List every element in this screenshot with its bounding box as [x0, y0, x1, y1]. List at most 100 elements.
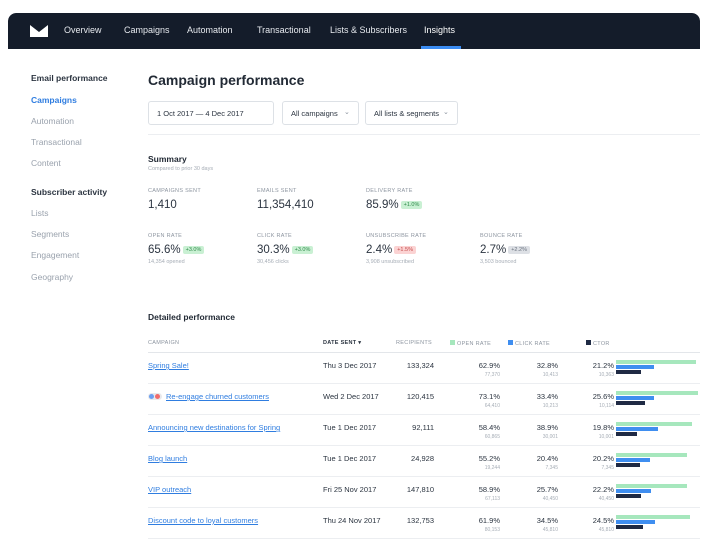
open-rate-swatch-icon — [450, 340, 455, 345]
sort-descending-icon: ▾ — [358, 340, 362, 346]
ctor-bar — [616, 494, 642, 498]
column-header-click-rate[interactable]: CLICK RATE — [508, 340, 550, 347]
ctor-cell: 22.2% — [592, 485, 614, 494]
open-rate-bar — [616, 453, 688, 457]
click-rate-bar — [616, 489, 652, 493]
metric-subtext: 30,456 clicks — [257, 259, 289, 265]
metric-unsubscribe-rate: UNSUBSCRIBE RATE 2.4% +1.5% 3,908 unsubsc… — [366, 233, 426, 265]
chevron-down-icon: ⌄ — [344, 109, 350, 116]
campaign-filter-value: All campaigns — [291, 109, 338, 118]
campaign-filter-dropdown[interactable]: All campaigns ⌄ — [282, 101, 359, 125]
envelope-logo-icon[interactable] — [30, 25, 48, 37]
ctor-count-cell: 10,114 — [599, 403, 614, 409]
ctor-bar — [616, 525, 643, 529]
performance-bars — [616, 358, 700, 378]
app-window: Overview Campaigns Automation Transactio… — [8, 13, 700, 547]
column-header-campaign[interactable]: CAMPAIGN — [148, 340, 179, 346]
table-row[interactable]: VIP outreach Fri 25 Nov 2017 147,810 58.9% 6… — [148, 477, 700, 508]
campaign-link[interactable]: Announcing new destinations for Spring — [148, 423, 280, 432]
sidebar-item-lists[interactable]: Lists — [31, 208, 48, 218]
sidebar-item-engagement[interactable]: Engagement — [31, 250, 79, 260]
column-header-date-sent[interactable]: DATE SENT ▾ — [323, 340, 361, 346]
click-rate-cell: 33.4% — [536, 392, 558, 401]
summary-subtitle: Compared to prior 30 days — [148, 166, 214, 172]
click-count-cell: 10,413 — [542, 372, 558, 378]
metric-label: DELIVERY RATE — [366, 188, 413, 194]
sidebar-item-transactional[interactable]: Transactional — [31, 137, 82, 147]
nav-campaigns[interactable]: Campaigns — [124, 25, 170, 35]
performance-bars — [616, 482, 700, 502]
nav-overview[interactable]: Overview — [64, 25, 102, 35]
table-row[interactable]: Announcing new destinations for Spring Tu… — [148, 415, 700, 446]
recipients-cell: 133,324 — [406, 361, 434, 370]
campaign-tags-icon — [148, 393, 162, 400]
sidebar-heading-email: Email performance — [31, 73, 108, 83]
metric-value: 65.6% +3.0% — [148, 244, 205, 256]
campaign-link[interactable]: Re-engage churned customers — [148, 392, 269, 401]
performance-bars — [616, 513, 700, 533]
click-rate-cell: 34.5% — [536, 516, 558, 525]
click-count-cell: 7,345 — [545, 465, 558, 471]
date-sent-cell: Fri 25 Nov 2017 — [323, 485, 377, 494]
click-count-cell: 45,810 — [542, 527, 558, 533]
trend-badge: +1.5% — [394, 246, 416, 254]
metric-label: CLICK RATE — [257, 233, 292, 239]
performance-bars — [616, 420, 700, 440]
column-header-open-rate[interactable]: OPEN RATE — [450, 340, 491, 347]
nav-active-indicator — [421, 46, 461, 49]
campaign-link[interactable]: Blog launch — [148, 454, 187, 463]
table-row[interactable]: Re-engage churned customers Wed 2 Dec 201… — [148, 384, 700, 415]
campaign-link[interactable]: VIP outreach — [148, 485, 191, 494]
table-row[interactable]: Discount code to loyal customers Thu 24 N… — [148, 508, 700, 539]
metric-value: 2.7% +2.2% — [480, 244, 530, 256]
ctor-cell: 19.8% — [592, 423, 614, 432]
ctor-cell: 21.2% — [592, 361, 614, 370]
list-filter-dropdown[interactable]: All lists & segments ⌄ — [365, 101, 458, 125]
sidebar-item-campaigns[interactable]: Campaigns — [31, 95, 77, 105]
click-rate-cell: 38.9% — [536, 423, 558, 432]
click-rate-bar — [616, 520, 656, 524]
date-sent-cell: Thu 24 Nov 2017 — [323, 516, 381, 525]
sidebar-heading-subscriber: Subscriber activity — [31, 187, 108, 197]
open-rate-bar — [616, 484, 688, 488]
recipients-cell: 92,111 — [412, 423, 434, 432]
click-rate-bar — [616, 427, 658, 431]
sidebar-item-automation[interactable]: Automation — [31, 116, 74, 126]
date-range-picker[interactable]: 1 Oct 2017 — 4 Dec 2017 — [148, 101, 274, 125]
table-row[interactable]: Blog launch Tue 1 Dec 2017 24,928 55.2% 19,2… — [148, 446, 700, 477]
table-row[interactable]: Spring Sale! Thu 3 Dec 2017 133,324 62.9% 77… — [148, 353, 700, 384]
metric-subtext: 14,354 opened — [148, 259, 185, 265]
ctor-count-cell: 7,345 — [601, 465, 614, 471]
trend-badge: +3.0% — [182, 246, 205, 254]
open-rate-cell: 58.4% — [478, 423, 500, 432]
campaign-link[interactable]: Discount code to loyal customers — [148, 516, 258, 525]
campaign-link[interactable]: Spring Sale! — [148, 361, 189, 370]
metric-subtext: 3,503 bounced — [480, 259, 517, 265]
performance-bars — [616, 389, 700, 409]
nav-automation[interactable]: Automation — [187, 25, 233, 35]
column-header-ctor[interactable]: CTOR — [586, 340, 610, 347]
column-header-recipients[interactable]: RECIPIENTS — [396, 340, 432, 346]
chevron-down-icon: ⌄ — [443, 109, 449, 116]
click-count-cell: 30,001 — [542, 434, 558, 440]
ctor-count-cell: 10,363 — [598, 372, 614, 378]
ctor-cell: 24.5% — [592, 516, 614, 525]
trend-badge: +3.0% — [291, 246, 314, 254]
nav-lists-subscribers[interactable]: Lists & Subscribers — [330, 25, 407, 35]
metric-label: UNSUBSCRIBE RATE — [366, 233, 427, 239]
click-count-cell: 10,213 — [542, 403, 558, 409]
sidebar-item-segments[interactable]: Segments — [31, 229, 69, 239]
sidebar-item-content[interactable]: Content — [31, 158, 61, 168]
nav-insights[interactable]: Insights — [424, 25, 455, 35]
list-filter-value: All lists & segments — [374, 109, 440, 118]
ctor-swatch-icon — [586, 340, 591, 345]
recipients-cell: 120,415 — [406, 392, 434, 401]
top-navigation: Overview Campaigns Automation Transactio… — [8, 13, 700, 49]
page-title: Campaign performance — [148, 72, 305, 88]
metric-label: OPEN RATE — [148, 233, 183, 239]
nav-transactional[interactable]: Transactional — [257, 25, 311, 35]
recipients-cell: 132,753 — [406, 516, 434, 525]
sidebar-item-geography[interactable]: Geography — [31, 272, 73, 282]
metric-campaigns-sent: CAMPAIGNS SENT 1,410 — [148, 188, 201, 211]
trend-badge: +2.2% — [508, 246, 530, 254]
